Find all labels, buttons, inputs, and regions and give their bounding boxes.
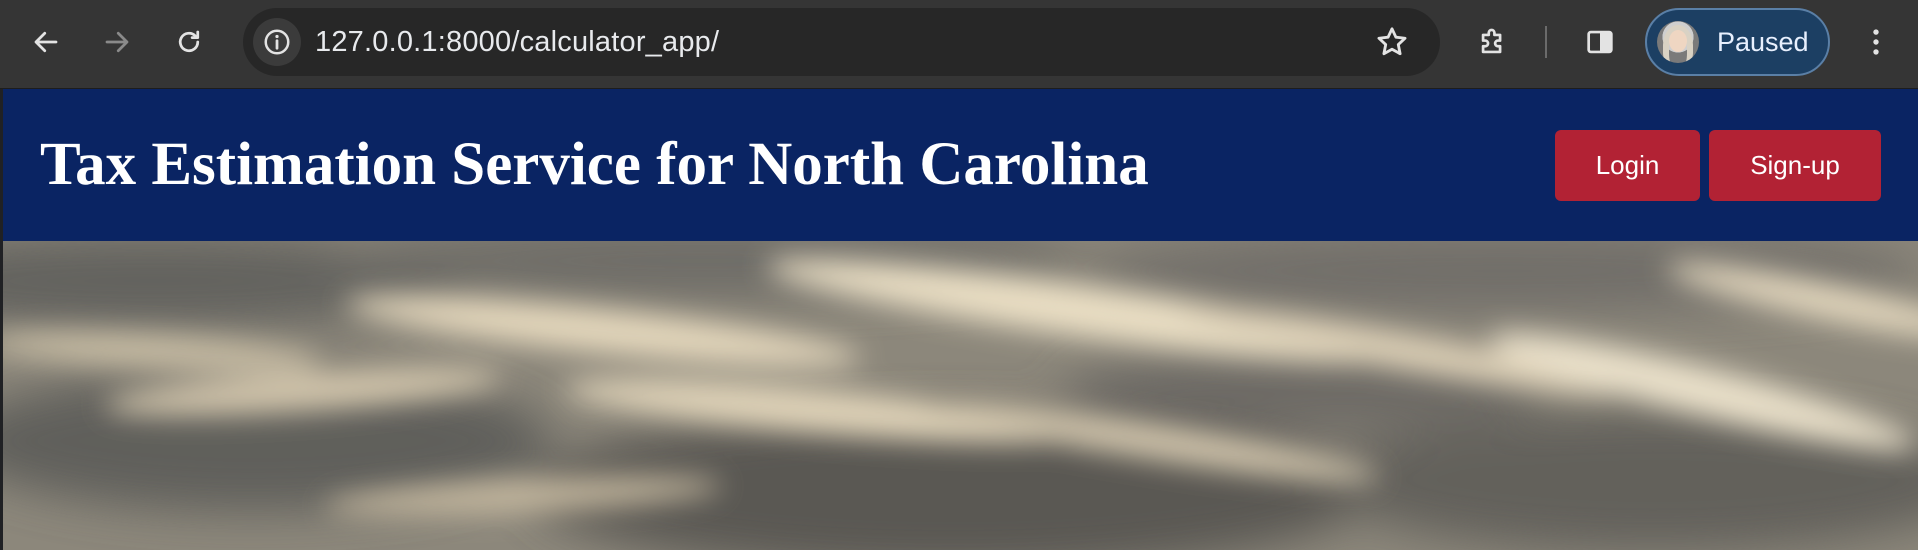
avatar-face xyxy=(1669,30,1687,52)
side-panel-icon xyxy=(1587,30,1613,54)
puzzle-icon xyxy=(1481,28,1502,54)
profile-status-label: Paused xyxy=(1717,27,1809,57)
browser-toolbar: 127.0.0.1:8000/calculator_app/ Paused xyxy=(0,0,1918,89)
cloud-sky-image xyxy=(3,241,1918,550)
arrow-left-icon xyxy=(34,31,58,53)
more-vertical-icon xyxy=(1873,29,1879,55)
forward-button[interactable] xyxy=(95,20,139,64)
reload-icon xyxy=(178,30,200,53)
hero-sky-image xyxy=(3,241,1918,550)
side-panel-button[interactable] xyxy=(1580,22,1620,62)
page-title: Tax Estimation Service for North Carolin… xyxy=(40,131,1149,198)
reload-button[interactable] xyxy=(167,20,211,64)
info-icon xyxy=(264,29,290,55)
login-button[interactable]: Login xyxy=(1555,130,1700,201)
address-bar[interactable]: 127.0.0.1:8000/calculator_app/ xyxy=(243,8,1440,76)
star-icon[interactable] xyxy=(1374,24,1410,60)
profile-button[interactable]: Paused xyxy=(1645,8,1830,76)
web-page: Tax Estimation Service for North Carolin… xyxy=(3,89,1918,550)
url-text[interactable]: 127.0.0.1:8000/calculator_app/ xyxy=(315,8,719,76)
back-button[interactable] xyxy=(24,20,68,64)
avatar xyxy=(1657,21,1699,63)
arrow-right-icon xyxy=(105,31,129,53)
toolbar-divider xyxy=(1545,26,1547,58)
site-header: Tax Estimation Service for North Carolin… xyxy=(3,89,1918,241)
extensions-button[interactable] xyxy=(1473,22,1513,62)
signup-button[interactable]: Sign-up xyxy=(1709,130,1881,201)
browser-menu-button[interactable] xyxy=(1856,22,1896,62)
site-info-button[interactable] xyxy=(253,18,301,66)
